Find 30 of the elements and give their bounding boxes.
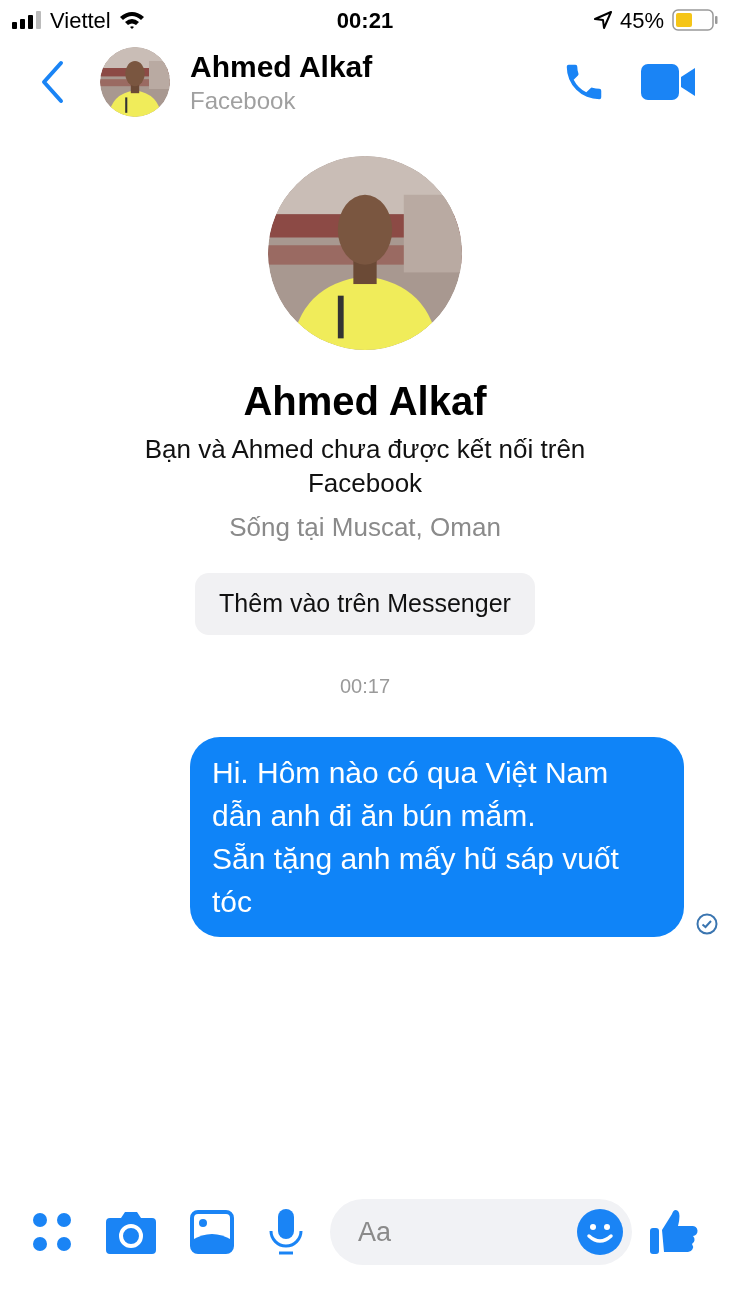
gallery-button[interactable] — [190, 1210, 234, 1254]
battery-percentage: 45% — [619, 6, 664, 35]
message-timestamp: 00:17 — [339, 674, 391, 699]
message-composer[interactable]: Aa — [330, 1199, 632, 1265]
connection-note: Bạn và Ahmed chưa được kết nối trên Facebook — [143, 433, 587, 500]
voice-button[interactable] — [268, 1209, 304, 1255]
contact-source: Facebook — [190, 85, 297, 116]
contact-name: Ahmed Alkaf — [190, 49, 374, 86]
clock: 00:21 — [336, 6, 394, 35]
more-apps-button[interactable] — [32, 1212, 72, 1252]
battery-icon — [672, 9, 718, 31]
image-icon — [190, 1210, 234, 1254]
camera-icon — [106, 1210, 156, 1254]
microphone-icon — [268, 1209, 304, 1255]
emoji-icon[interactable] — [576, 1208, 624, 1256]
back-icon — [40, 60, 64, 104]
profile-name: Ahmed Alkaf — [243, 378, 487, 425]
carrier-name: Viettel — [50, 6, 111, 35]
signal-icon — [12, 11, 42, 29]
camera-button[interactable] — [106, 1210, 156, 1254]
add-on-messenger-button[interactable]: Thêm vào trên Messenger — [195, 573, 535, 635]
location-arrow-icon — [593, 11, 612, 29]
like-button[interactable] — [650, 1208, 698, 1256]
location-text: Sống tại Muscat, Oman — [229, 511, 501, 544]
wifi-icon — [118, 10, 145, 30]
four-dots-icon — [32, 1212, 72, 1252]
message-input-field[interactable]: Aa — [358, 1211, 576, 1253]
thumbs-up-icon — [650, 1208, 698, 1256]
video-camera-icon — [641, 64, 695, 100]
sent-message: Hi. Hôm nào có qua Việt Nam dẫn anh đi ăn bún mắm. Sẵn tặng anh mấy hũ sáp vuốt tóc — [190, 737, 684, 937]
